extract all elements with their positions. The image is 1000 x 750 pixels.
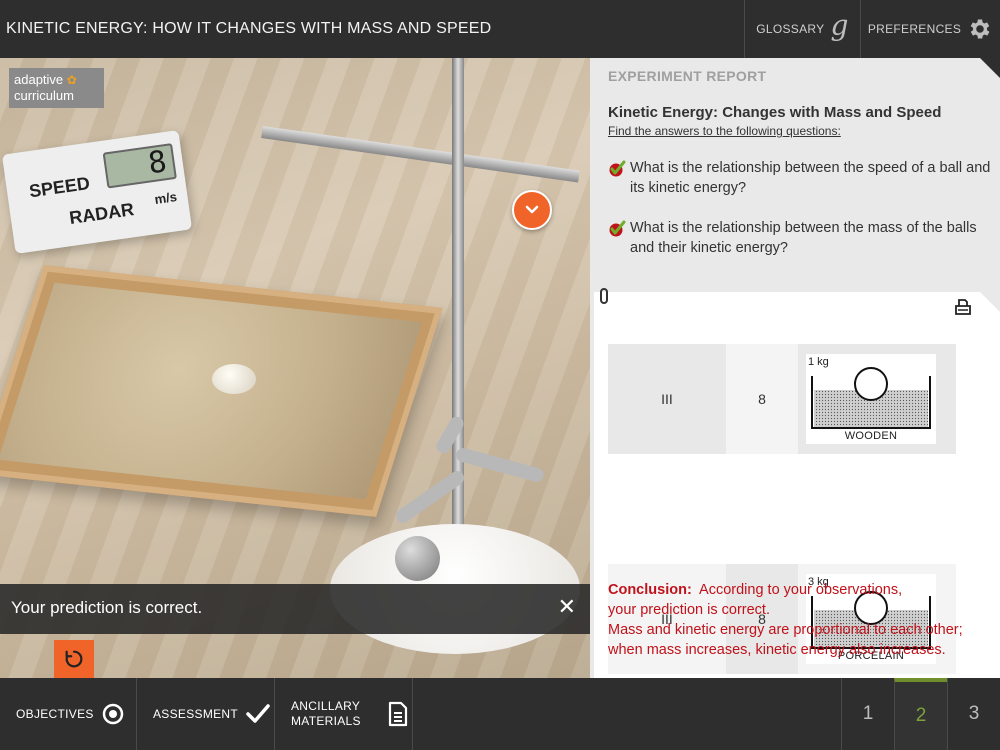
wooden-ball <box>212 364 256 394</box>
radar-radar-label: RADAR <box>67 199 136 229</box>
document-icon <box>388 701 407 727</box>
chevron-down-icon <box>525 205 539 214</box>
question-text: What is the relationship between the mas… <box>630 220 977 256</box>
objectives-button[interactable]: OBJECTIVES <box>0 678 137 750</box>
prediction-banner: Your prediction is correct. ✕ <box>0 584 590 634</box>
objectives-label: OBJECTIVES <box>16 707 94 721</box>
checkmark-icon <box>609 220 626 237</box>
ball-diagram: 1 kg WOODEN <box>806 354 936 444</box>
page-1-button[interactable]: 1 <box>841 678 894 750</box>
assessment-label: ASSESSMENT <box>153 707 239 721</box>
experiment-scene: adaptive ✿ curriculum 8 SPEED RADAR m/s … <box>0 58 590 678</box>
assessment-button[interactable]: ASSESSMENT <box>137 678 275 750</box>
conclusion-text: Conclusion: According to your observatio… <box>608 582 963 658</box>
report-title: Kinetic Energy: Changes with Mass and Sp… <box>608 104 942 121</box>
ancillary-label: ANCILLARY MATERIALS <box>291 699 361 728</box>
refresh-icon <box>65 650 83 668</box>
sheet-corner <box>980 292 1000 312</box>
level-cell: III <box>608 344 726 454</box>
reset-button[interactable] <box>54 640 94 678</box>
report-header: EXPERIMENT REPORT <box>608 68 767 84</box>
porcelain-ball <box>395 536 440 581</box>
glossary-label: GLOSSARY <box>756 22 825 36</box>
page-2-button[interactable]: 2 <box>894 678 947 750</box>
page-title: KINETIC ENERGY: HOW IT CHANGES WITH MASS… <box>6 20 492 37</box>
question-item: What is the relationship between the mas… <box>608 218 998 258</box>
bottom-bar: OBJECTIVES ASSESSMENT ANCILLARY MATERIALS… <box>0 678 1000 750</box>
ball-cell: 1 kg WOODEN <box>798 344 956 454</box>
expand-button[interactable] <box>512 190 552 230</box>
report-subtitle: Find the answers to the following questi… <box>608 124 841 138</box>
ancillary-materials-button[interactable]: ANCILLARY MATERIALS <box>275 678 413 750</box>
flower-icon: ✿ <box>66 73 77 87</box>
paperclip-icon <box>600 288 608 304</box>
conclusion-label: Conclusion: <box>608 582 692 598</box>
top-bar: KINETIC ENERGY: HOW IT CHANGES WITH MASS… <box>0 0 1000 58</box>
table-row: III 8 1 kg WOODEN <box>608 344 956 454</box>
page-corner <box>980 58 1000 78</box>
experiment-report-panel: EXPERIMENT REPORT Kinetic Energy: Change… <box>590 58 1000 678</box>
print-icon[interactable] <box>954 298 972 316</box>
material-label: WOODEN <box>844 430 898 442</box>
target-icon <box>102 703 123 725</box>
checkmark-icon <box>246 704 270 723</box>
gear-icon <box>970 19 990 39</box>
radar-display: 8 <box>102 143 177 189</box>
radar-speed-label: SPEED <box>27 173 92 202</box>
glossary-button[interactable]: GLOSSARY g <box>744 0 860 58</box>
question-text: What is the relationship between the spe… <box>630 160 991 196</box>
row-divider <box>608 454 956 564</box>
preferences-label: PREFERENCES <box>867 22 962 36</box>
radar-unit: m/s <box>153 189 178 207</box>
close-icon[interactable]: ✕ <box>558 594 576 620</box>
observation-sheet: III 8 1 kg WOODEN III 8 3 kg PORCELAIN C… <box>594 288 1000 678</box>
prediction-message: Your prediction is correct. <box>11 598 203 617</box>
page-3-button[interactable]: 3 <box>947 678 1000 750</box>
question-item: What is the relationship between the spe… <box>608 158 998 198</box>
sand <box>0 282 422 500</box>
checkmark-icon <box>609 160 626 177</box>
stand-pole <box>452 58 464 578</box>
adaptive-curriculum-logo: adaptive ✿ curriculum <box>9 68 104 108</box>
speed-cell: 8 <box>726 344 798 454</box>
glossary-g-icon: g <box>830 9 849 42</box>
preferences-button[interactable]: PREFERENCES <box>860 0 1000 58</box>
